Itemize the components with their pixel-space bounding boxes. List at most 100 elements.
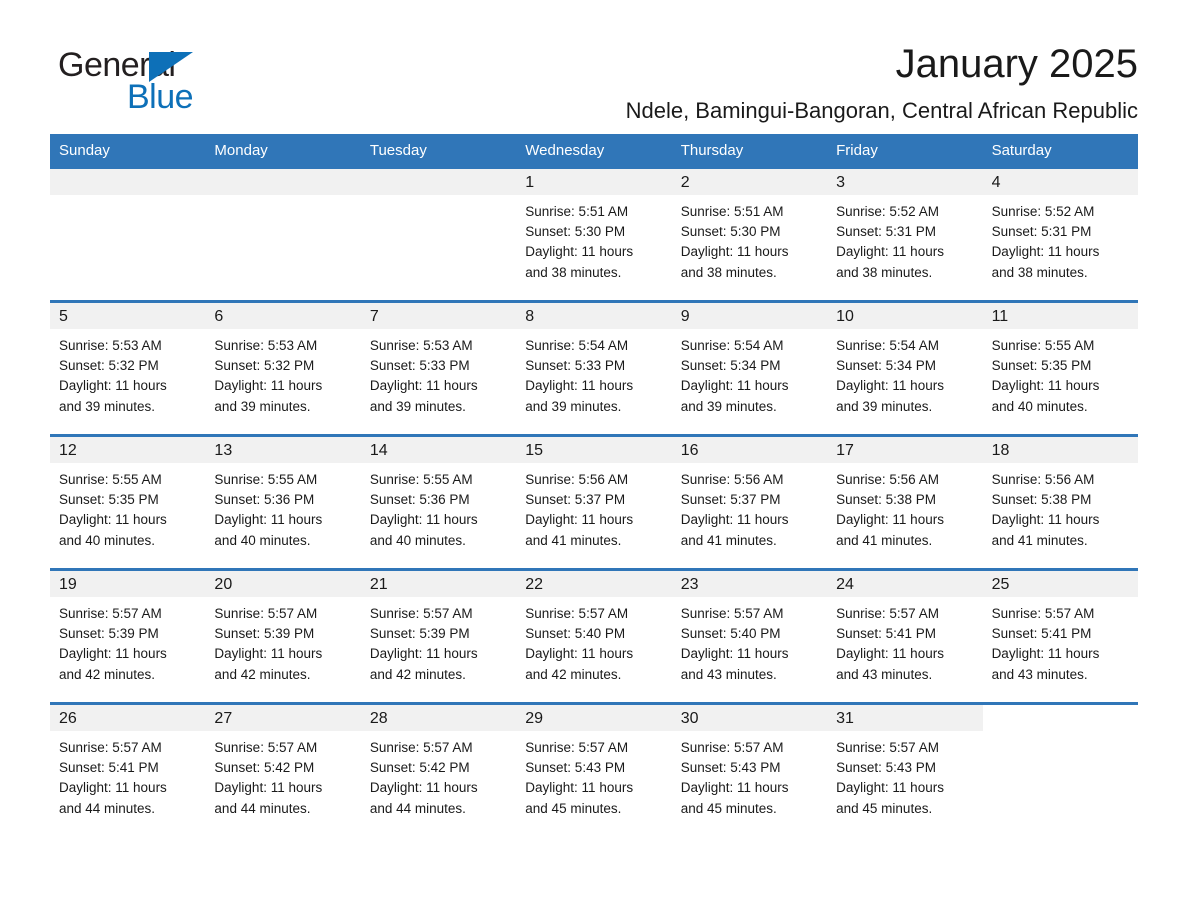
weekday-header-row: Sunday Monday Tuesday Wednesday Thursday Frid…	[50, 134, 1138, 169]
sunrise-text: Sunrise: 5:55 AM	[991, 338, 1095, 353]
daylight-text: Daylight: 11 hours and 45 minutes.	[836, 780, 944, 816]
daylight-text: Daylight: 11 hours and 40 minutes.	[59, 512, 167, 548]
daylight-text: Daylight: 11 hours and 44 minutes.	[214, 780, 323, 816]
sunset-text: Sunset: 5:34 PM	[836, 358, 936, 374]
sunrise-text: Sunrise: 5:56 AM	[680, 472, 784, 487]
calendar-day-cell[interactable]: 12 Sunrise: 5:55 AM Sunset: 5:35 PM Dayligh…	[50, 437, 206, 568]
day-details: Sunrise: 5:54 AM Sunset: 5:33 PM Daylight:…	[516, 329, 671, 417]
sunrise-text: Sunrise: 5:57 AM	[59, 606, 162, 621]
day-number: 24	[827, 571, 983, 597]
calendar-day-cell[interactable]: 8 Sunrise: 5:54 AM Sunset: 5:33 PM Daylight…	[516, 303, 672, 434]
day-details: Sunrise: 5:56 AM Sunset: 5:38 PM Daylight:…	[827, 463, 982, 551]
daylight-text: Daylight: 11 hours and 42 minutes.	[214, 646, 323, 682]
day-details: Sunrise: 5:57 AM Sunset: 5:40 PM Daylight:…	[672, 597, 827, 685]
daylight-text: Daylight: 11 hours and 43 minutes.	[991, 646, 1100, 682]
sunset-text: Sunset: 5:39 PM	[214, 626, 315, 642]
calendar-day-cell[interactable]: 27 Sunrise: 5:57 AM Sunset: 5:42 PM Dayligh…	[205, 705, 361, 836]
calendar-day-cell[interactable]: 24 Sunrise: 5:57 AM Sunset: 5:41 PM Dayligh…	[827, 571, 983, 702]
calendar-day-cell[interactable]: 31 Sunrise: 5:57 AM Sunset: 5:43 PM Dayligh…	[827, 705, 983, 836]
sunrise-text: Sunrise: 5:57 AM	[525, 606, 629, 621]
calendar-week-row: 5 Sunrise: 5:53 AM Sunset: 5:32 PM Daylight…	[50, 300, 1138, 434]
day-details: Sunrise: 5:52 AM Sunset: 5:31 PM Daylight:…	[827, 195, 982, 283]
day-details: Sunrise: 5:56 AM Sunset: 5:37 PM Daylight:…	[672, 463, 827, 551]
day-details: Sunrise: 5:53 AM Sunset: 5:33 PM Daylight:…	[361, 329, 516, 417]
day-number	[360, 169, 517, 195]
sunrise-text: Sunrise: 5:54 AM	[680, 338, 784, 353]
calendar-day-cell[interactable]: 11 Sunrise: 5:55 AM Sunset: 5:35 PM Dayligh…	[982, 303, 1138, 434]
sunset-text: Sunset: 5:32 PM	[214, 358, 315, 374]
sunset-text: Sunset: 5:42 PM	[369, 760, 470, 776]
sunrise-text: Sunrise: 5:53 AM	[369, 338, 473, 353]
sunset-text: Sunset: 5:41 PM	[836, 626, 936, 642]
sunset-text: Sunset: 5:43 PM	[525, 760, 626, 776]
day-number: 13	[205, 437, 361, 463]
daylight-text: Daylight: 11 hours and 39 minutes.	[836, 378, 944, 414]
calendar-day-cell[interactable]: 25 Sunrise: 5:57 AM Sunset: 5:41 PM Dayligh…	[982, 571, 1138, 702]
calendar-day-cell[interactable]: 15 Sunrise: 5:56 AM Sunset: 5:37 PM Dayligh…	[516, 437, 672, 568]
day-details: Sunrise: 5:53 AM Sunset: 5:32 PM Daylight:…	[50, 329, 205, 417]
calendar-day-cell[interactable]: 3 Sunrise: 5:52 AM Sunset: 5:31 PM Daylight…	[827, 169, 983, 300]
day-number: 4	[982, 169, 1138, 195]
calendar-week-row: 1 Sunrise: 5:51 AM Sunset: 5:30 PM Daylight…	[50, 169, 1138, 300]
day-details: Sunrise: 5:55 AM Sunset: 5:35 PM Daylight:…	[50, 463, 205, 551]
sunrise-text: Sunrise: 5:52 AM	[991, 204, 1095, 219]
calendar-day-cell[interactable]: 18 Sunrise: 5:56 AM Sunset: 5:38 PM Dayligh…	[982, 437, 1138, 568]
daylight-text: Daylight: 11 hours and 43 minutes.	[836, 646, 944, 682]
location-subtitle: Ndele, Bamingui-Bangoran, Central Africa…	[625, 98, 1138, 123]
calendar-day-cell[interactable]: 21 Sunrise: 5:57 AM Sunset: 5:39 PM Dayligh…	[360, 571, 517, 702]
daylight-text: Daylight: 11 hours and 39 minutes.	[59, 378, 167, 414]
calendar-day-cell[interactable]: 26 Sunrise: 5:57 AM Sunset: 5:41 PM Dayligh…	[50, 705, 206, 836]
day-details: Sunrise: 5:57 AM Sunset: 5:42 PM Daylight:…	[361, 731, 516, 819]
sunrise-text: Sunrise: 5:51 AM	[525, 204, 629, 219]
calendar-day-cell[interactable]: 23 Sunrise: 5:57 AM Sunset: 5:40 PM Dayligh…	[671, 571, 828, 702]
calendar-cell-empty	[50, 169, 206, 300]
calendar-week-row: 26 Sunrise: 5:57 AM Sunset: 5:41 PM Dayligh…	[50, 702, 1138, 836]
day-number	[205, 169, 361, 195]
calendar-day-cell[interactable]: 4 Sunrise: 5:52 AM Sunset: 5:31 PM Daylight…	[982, 169, 1138, 300]
sunset-text: Sunset: 5:40 PM	[680, 626, 781, 642]
daylight-text: Daylight: 11 hours and 38 minutes.	[525, 244, 634, 280]
weekday-header-saturday: Saturday	[991, 142, 1052, 159]
sunset-text: Sunset: 5:39 PM	[369, 626, 470, 642]
calendar-day-cell[interactable]: 28 Sunrise: 5:57 AM Sunset: 5:42 PM Dayligh…	[360, 705, 517, 836]
calendar-day-cell[interactable]: 20 Sunrise: 5:57 AM Sunset: 5:39 PM Dayligh…	[205, 571, 361, 702]
sunrise-text: Sunrise: 5:52 AM	[836, 204, 939, 219]
calendar-day-cell[interactable]: 10 Sunrise: 5:54 AM Sunset: 5:34 PM Dayligh…	[827, 303, 983, 434]
sunrise-text: Sunrise: 5:55 AM	[59, 472, 162, 487]
calendar-day-cell[interactable]: 29 Sunrise: 5:57 AM Sunset: 5:43 PM Dayligh…	[516, 705, 672, 836]
daylight-text: Daylight: 11 hours and 41 minutes.	[991, 512, 1100, 548]
day-number: 2	[671, 169, 828, 195]
day-details: Sunrise: 5:57 AM Sunset: 5:39 PM Daylight:…	[205, 597, 360, 685]
calendar-day-cell[interactable]: 13 Sunrise: 5:55 AM Sunset: 5:36 PM Dayligh…	[205, 437, 361, 568]
day-details: Sunrise: 5:51 AM Sunset: 5:30 PM Daylight:…	[516, 195, 671, 283]
day-details: Sunrise: 5:57 AM Sunset: 5:39 PM Daylight:…	[50, 597, 205, 685]
calendar-day-cell[interactable]: 22 Sunrise: 5:57 AM Sunset: 5:40 PM Dayligh…	[516, 571, 672, 702]
calendar-week-row: 12 Sunrise: 5:55 AM Sunset: 5:35 PM Dayligh…	[50, 434, 1138, 568]
calendar-day-cell[interactable]: 30 Sunrise: 5:57 AM Sunset: 5:43 PM Dayligh…	[671, 705, 828, 836]
day-details: Sunrise: 5:53 AM Sunset: 5:32 PM Daylight:…	[205, 329, 360, 417]
daylight-text: Daylight: 11 hours and 38 minutes.	[680, 244, 789, 280]
calendar-day-cell[interactable]: 2 Sunrise: 5:51 AM Sunset: 5:30 PM Daylight…	[671, 169, 828, 300]
calendar-day-cell[interactable]: 16 Sunrise: 5:56 AM Sunset: 5:37 PM Dayligh…	[671, 437, 828, 568]
calendar-day-cell[interactable]: 6 Sunrise: 5:53 AM Sunset: 5:32 PM Daylight…	[205, 303, 361, 434]
daylight-text: Daylight: 11 hours and 39 minutes.	[525, 378, 634, 414]
calendar-day-cell[interactable]: 17 Sunrise: 5:56 AM Sunset: 5:38 PM Dayligh…	[827, 437, 983, 568]
calendar-day-cell[interactable]: 14 Sunrise: 5:55 AM Sunset: 5:36 PM Dayligh…	[360, 437, 517, 568]
sunset-text: Sunset: 5:43 PM	[680, 760, 781, 776]
sunset-text: Sunset: 5:40 PM	[525, 626, 626, 642]
day-details: Sunrise: 5:57 AM Sunset: 5:43 PM Daylight:…	[516, 731, 671, 819]
day-number: 16	[671, 437, 828, 463]
day-number: 1	[516, 169, 672, 195]
weekday-header-sunday: Sunday	[59, 142, 110, 159]
daylight-text: Daylight: 11 hours and 44 minutes.	[369, 780, 478, 816]
day-number: 17	[827, 437, 983, 463]
sunrise-text: Sunrise: 5:57 AM	[836, 740, 939, 755]
calendar-body: 1 Sunrise: 5:51 AM Sunset: 5:30 PM Daylight…	[50, 169, 1138, 836]
calendar-day-cell[interactable]: 19 Sunrise: 5:57 AM Sunset: 5:39 PM Dayligh…	[50, 571, 206, 702]
sunset-text: Sunset: 5:35 PM	[991, 358, 1092, 374]
calendar-day-cell[interactable]: 9 Sunrise: 5:54 AM Sunset: 5:34 PM Daylight…	[671, 303, 828, 434]
calendar-day-cell[interactable]: 7 Sunrise: 5:53 AM Sunset: 5:33 PM Daylight…	[360, 303, 517, 434]
calendar-day-cell[interactable]: 1 Sunrise: 5:51 AM Sunset: 5:30 PM Daylight…	[516, 169, 672, 300]
day-details: Sunrise: 5:57 AM Sunset: 5:41 PM Daylight:…	[983, 597, 1138, 685]
calendar-day-cell[interactable]: 5 Sunrise: 5:53 AM Sunset: 5:32 PM Daylight…	[50, 303, 206, 434]
